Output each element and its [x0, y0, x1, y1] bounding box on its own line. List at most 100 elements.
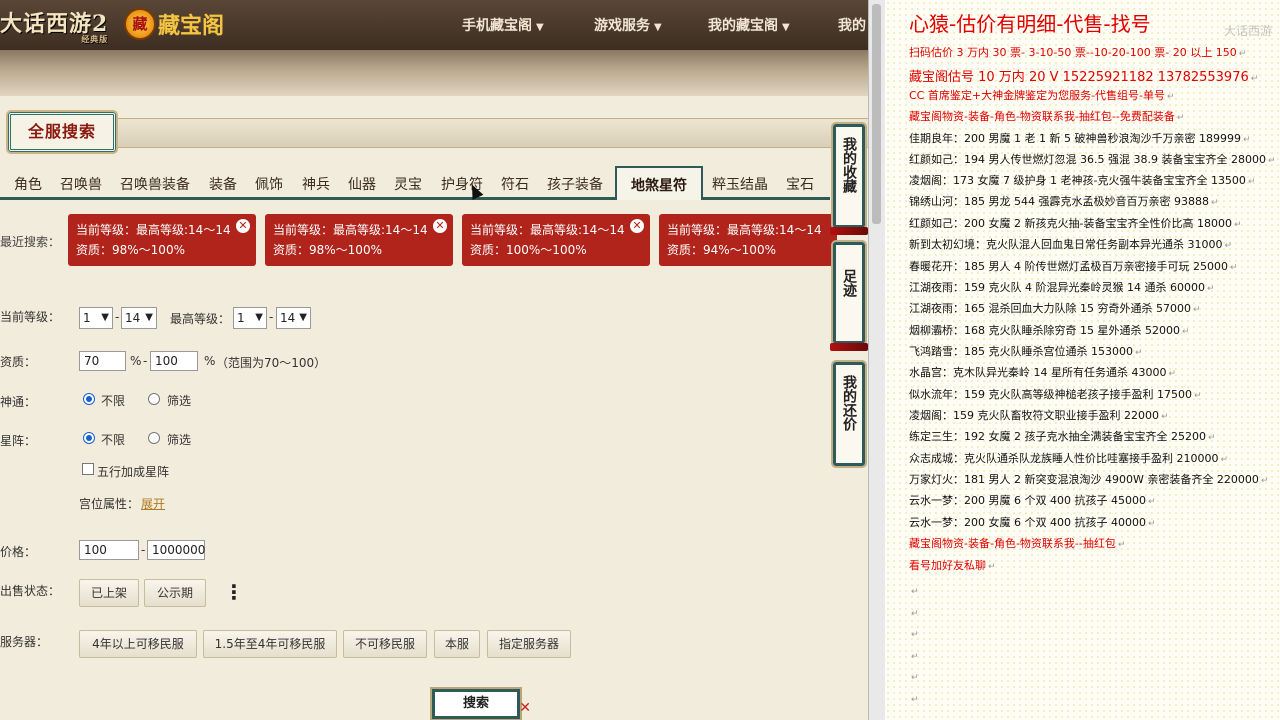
nav-my-cbg[interactable]: 我的藏宝阁 ▼ [708, 15, 790, 35]
tab-pet-equip[interactable]: 召唤兽装备 [120, 174, 190, 194]
side-tab-ribbon [830, 227, 868, 235]
server-specify-button[interactable]: 指定服务器 [487, 630, 571, 658]
side-tab-my-counteroffer[interactable]: 我的还价 [831, 360, 867, 468]
close-icon[interactable]: ✕ [236, 219, 250, 233]
radio-label: 不限 [101, 433, 126, 447]
paragraph-mark-icon: ↵ [1206, 284, 1215, 294]
tab-pet[interactable]: 召唤兽 [60, 174, 102, 194]
note-line: 似水流年：159 克火队高等级神槌老孩子接手盈利 17500 ↵ [909, 386, 1202, 402]
paragraph-mark-icon: ↵ [1147, 519, 1156, 529]
server-this-button[interactable]: 本服 [434, 630, 480, 658]
server-no-migrate-button[interactable]: 不可移民服 [343, 630, 427, 658]
note-line: 锦绣山河：185 男龙 544 强霹克水孟极妙音百万亲密 93888 ↵ [909, 193, 1219, 209]
note-line: 新到太初幻境：克火队混人回血鬼日常任务副本异光通杀 31000 ↵ [909, 236, 1232, 252]
search-button-label: 搜索 [462, 696, 489, 711]
paragraph-mark-icon: ↵ [911, 673, 919, 683]
recent-search-chip[interactable]: 当前等级：最高等级:14～14 资质：98%～100% ✕ [265, 214, 453, 266]
search-button[interactable]: 搜索 ✕ [430, 687, 531, 720]
status-listed-button[interactable]: 已上架 [79, 579, 139, 607]
note-line-text: 众志成城：克火队通杀队龙族睡人性价比哇塞接手盈利 210000 [909, 452, 1219, 465]
current-level-max-select[interactable]: 14 ▼ [121, 307, 157, 329]
max-level-min-select[interactable]: 1 ▼ [233, 307, 267, 329]
aptitude-hint: （范围为70～100） [216, 356, 327, 370]
server-1-5yr-button[interactable]: 1.5年至4年可移民服 [203, 630, 337, 658]
nav-label: 游戏服务 [594, 18, 650, 34]
select-value: 14 [280, 311, 296, 325]
xingzhen-unlimited-radio[interactable] [83, 432, 95, 444]
more-options-icon[interactable]: ⋮ [224, 582, 244, 602]
note-line-text: 飞鸿踏雪：185 克火队睡杀宫位通杀 153000 [909, 345, 1133, 358]
aptitude-unit: % [204, 354, 216, 368]
paragraph-mark-icon: ↵ [911, 695, 919, 705]
chevron-down-icon: ▼ [101, 312, 109, 323]
max-level-max-select[interactable]: 14 ▼ [276, 307, 311, 329]
tab-gem[interactable]: 宝石 [786, 174, 814, 194]
radio-label: 筛选 [167, 394, 192, 408]
tab-divine-weapon[interactable]: 神兵 [302, 174, 330, 194]
note-line: 烟柳灞桥：168 克火队睡杀除穷奇 15 星外通杀 52000 ↵ [909, 322, 1190, 338]
price-max-input[interactable]: 1000000 [147, 540, 205, 560]
paragraph-mark-icon: ↵ [911, 630, 919, 640]
paragraph-mark-icon: ↵ [1147, 497, 1156, 507]
select-value: 14 [125, 311, 141, 325]
chevron-down-icon: ▼ [782, 22, 790, 33]
note-line-text: 万家灯火：181 男人 2 新突变混浪淘沙 4900W 亲密装备齐全 22000… [909, 473, 1259, 486]
empty-line: ↵ [909, 627, 919, 640]
window-splitter[interactable] [868, 0, 885, 720]
paragraph-mark-icon: ↵ [1267, 156, 1276, 166]
price-min-input[interactable]: 100 [79, 540, 139, 560]
cbg-logo[interactable]: 藏 藏宝阁 [124, 8, 224, 40]
current-level-min-select[interactable]: 1 ▼ [79, 307, 113, 329]
note-line-text: 烟柳灞桥：168 克火队睡杀除穷奇 15 星外通杀 52000 [909, 324, 1180, 337]
shentong-unlimited-radio[interactable] [83, 393, 95, 405]
paragraph-mark-icon: ↵ [1210, 198, 1219, 208]
chip-line: 资质：94%～100% [667, 243, 776, 257]
game-logo[interactable]: 大话西游2 经典版 [0, 6, 108, 45]
side-tab-favorites[interactable]: 我的收藏 [830, 122, 868, 235]
banner-band [0, 50, 868, 96]
sale-status-label: 出售状态： [0, 584, 61, 598]
tab-disha-star[interactable]: 地煞星符 [615, 166, 703, 200]
server-4yr-button[interactable]: 4年以上可移民服 [79, 630, 197, 658]
note-line: 飞鸿踏雪：185 克火队睡杀宫位通杀 153000 ↵ [909, 343, 1143, 359]
scrollbar-thumb[interactable] [872, 4, 881, 224]
all-server-search-title: 全服搜索 [6, 110, 118, 154]
tab-rune[interactable]: 符石 [501, 174, 529, 194]
aptitude-min-input[interactable]: 70 [79, 351, 126, 371]
tab-role[interactable]: 角色 [14, 174, 42, 194]
shentong-filter-radio[interactable] [148, 393, 160, 405]
recent-search-chip[interactable]: 当前等级：最高等级:14～14 资质：94%～100% [659, 214, 837, 266]
shentong-label: 神通： [0, 395, 37, 409]
tab-jade-crystal[interactable]: 粹玉结晶 [712, 174, 768, 194]
aptitude-unit: % [130, 354, 142, 368]
recent-search-chip[interactable]: 当前等级：最高等级:14～14 资质：100%～100% ✕ [462, 214, 650, 266]
side-tab-label: 我的还价 [841, 375, 857, 431]
xingzhen-filter-radio[interactable] [148, 432, 160, 444]
recent-search-chip[interactable]: 当前等级：最高等级:14～14 资质：98%～100% ✕ [68, 214, 256, 266]
tab-lingbao[interactable]: 灵宝 [394, 174, 422, 194]
tab-child-equip[interactable]: 孩子装备 [547, 174, 603, 194]
note-line-text: 似水流年：159 克火队高等级神槌老孩子接手盈利 17500 [909, 388, 1192, 401]
nav-label: 我的 [838, 18, 866, 34]
nav-mobile-cbg[interactable]: 手机藏宝阁 ▼ [462, 15, 544, 35]
wuxing-checkbox[interactable] [82, 463, 94, 475]
paragraph-mark-icon: ↵ [1233, 220, 1242, 230]
close-icon[interactable]: ✕ [433, 219, 447, 233]
note-line: 江湖夜雨：165 混杀回血大力队除 15 穷奇外通杀 57000 ↵ [909, 300, 1201, 316]
gongwei-expand-link[interactable]: 展开 [141, 495, 165, 512]
paragraph-mark-icon: ↵ [1220, 455, 1229, 465]
aptitude-max-input[interactable]: 100 [150, 351, 198, 371]
close-icon[interactable]: ✕ [630, 219, 644, 233]
range-dash: - [115, 310, 120, 324]
nav-my[interactable]: 我的 [838, 15, 866, 35]
tab-equip[interactable]: 装备 [209, 174, 237, 194]
select-value: 1 [83, 311, 91, 325]
tab-xianqi[interactable]: 仙器 [348, 174, 376, 194]
side-tab-footprint[interactable]: 足迹 [830, 240, 868, 351]
nav-game-service[interactable]: 游戏服务 ▼ [594, 15, 662, 35]
tab-accessory[interactable]: 佩饰 [255, 174, 283, 194]
status-public-button[interactable]: 公示期 [144, 579, 206, 607]
category-tabs: 角色 召唤兽 召唤兽装备 装备 佩饰 神兵 仙器 灵宝 护身符 符石 孩子装备 … [0, 166, 830, 200]
note-line: 练定三生：192 女魔 2 孩子克水抽全满装备宝宝齐全 25200 ↵ [909, 428, 1216, 444]
note-line: 江湖夜雨：159 克火队 4 阶混异光秦岭灵猴 14 通杀 60000 ↵ [909, 279, 1215, 295]
